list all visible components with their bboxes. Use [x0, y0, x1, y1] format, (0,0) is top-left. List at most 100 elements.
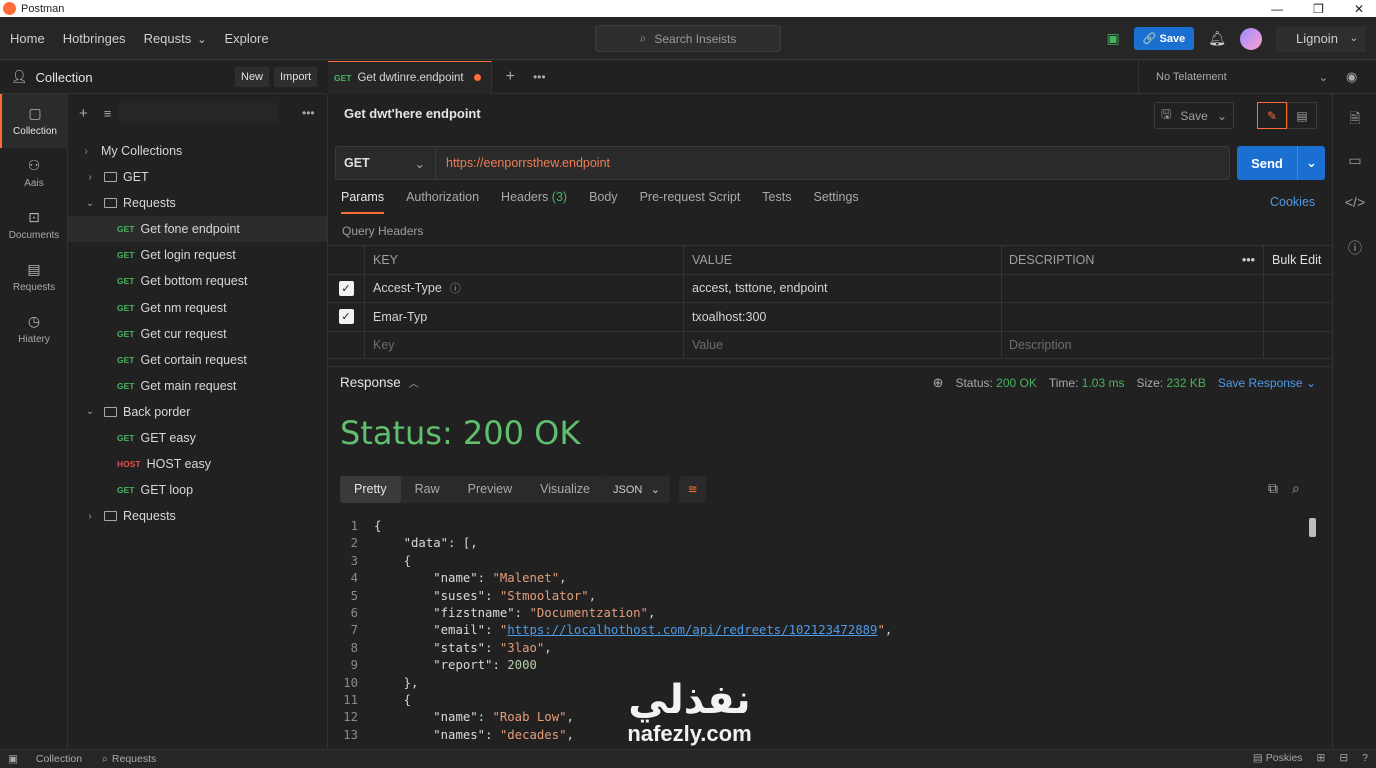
tree-request-item[interactable]: GET Get bottom request — [68, 268, 327, 294]
search-input[interactable]: ⌕ Search Inseists — [595, 25, 781, 52]
sync-icon[interactable]: ▣ — [1107, 30, 1120, 47]
new-button[interactable]: New — [235, 67, 270, 87]
tree-folder[interactable]: ⌄ Requests — [68, 190, 327, 216]
tab-pretty[interactable]: Pretty — [340, 476, 401, 503]
tree-request-item[interactable]: GET Get cur request — [68, 321, 327, 347]
key-placeholder-input[interactable]: Key — [365, 330, 684, 359]
close-icon[interactable]: ✕ — [1354, 2, 1364, 16]
rail-documents[interactable]: ⊡ Documents — [0, 209, 68, 241]
description-placeholder-input[interactable]: Description — [1002, 330, 1264, 359]
more-icon[interactable]: ••• — [302, 106, 315, 120]
sidebar-search-input[interactable] — [119, 103, 280, 123]
tree-item-label: GET — [123, 170, 149, 184]
tree-folder[interactable]: › Requests — [68, 503, 327, 529]
help-icon[interactable]: ? — [1362, 752, 1368, 764]
tree-request-item[interactable]: GET Get nm request — [68, 295, 327, 321]
response-body[interactable]: 1{2 "data": [, 3 {4 "name": "Malenet", 5 "… — [340, 519, 1310, 748]
document-icon[interactable]: 🗎︎ — [1333, 108, 1376, 132]
grid-icon[interactable]: ⊞ — [1317, 752, 1326, 764]
statusbar-requests[interactable]: Requests — [112, 753, 156, 765]
code-link[interactable]: https://localhothost.com/api/redreets/10… — [507, 623, 877, 640]
row-key[interactable]: Emar-Typ — [365, 302, 684, 331]
table-icon[interactable]: ⊟ — [1339, 752, 1348, 764]
tab-more-icon[interactable]: ••• — [533, 70, 546, 84]
tree-request-item[interactable]: GET Get main request — [68, 373, 327, 399]
tree-request-item[interactable]: GET GET easy — [68, 425, 327, 451]
add-icon[interactable]: + — [79, 105, 88, 122]
tab-preview[interactable]: Preview — [454, 476, 526, 503]
language-select[interactable]: JSON ⌄ — [604, 476, 670, 503]
method-select[interactable]: GET ⌄ — [336, 147, 436, 179]
tree-folder[interactable]: ⌄ Back porder — [68, 399, 327, 425]
save-response-button[interactable]: Save Response ⌄ — [1218, 376, 1316, 390]
response-title[interactable]: Response — [340, 375, 401, 390]
tab-authorization[interactable]: Authorization — [406, 190, 479, 214]
chevron-down-icon[interactable]: ⌄ — [1297, 146, 1325, 180]
row-value[interactable]: txoalhost:300 — [684, 302, 1002, 331]
maximize-icon[interactable]: ❐ — [1313, 2, 1324, 16]
comment-icon[interactable]: ▤ — [1287, 102, 1317, 129]
tree-root[interactable]: › My Collections — [68, 138, 327, 164]
environment-select[interactable]: No Telatement ⌄ — [1138, 61, 1338, 93]
chevron-up-icon[interactable]: ︿ — [409, 375, 419, 390]
tab-visualize[interactable]: Visualize — [526, 476, 604, 503]
tree-request-item[interactable]: GET Get login request — [68, 242, 327, 268]
statusbar-collection[interactable]: Collection — [36, 753, 82, 765]
nav-explore[interactable]: Explore — [224, 31, 268, 46]
rail-requests[interactable]: ▤ Requests — [0, 261, 68, 293]
tree-request-item[interactable]: GET GET loop — [68, 477, 327, 503]
info-icon[interactable]: ⓘ — [1333, 238, 1376, 258]
tab-headers[interactable]: Headers (3) — [501, 190, 567, 214]
request-tab[interactable]: GET Get dwtinre.endpoint — [328, 60, 492, 94]
tab-tests[interactable]: Tests — [762, 190, 791, 214]
row-value[interactable]: accest, tsttone, endpoint — [684, 274, 1002, 303]
avatar[interactable] — [1240, 27, 1262, 50]
nav-home[interactable]: Home — [10, 31, 45, 46]
statusbar-poskies[interactable]: ▤ Poskies — [1253, 752, 1303, 764]
rail-collection[interactable]: ▢ Collection — [0, 94, 68, 148]
tab-prerequest[interactable]: Pre-request Script — [640, 190, 741, 214]
row-description[interactable] — [1002, 302, 1264, 331]
bulk-edit-button[interactable]: Bulk Edit — [1264, 246, 1332, 274]
rail-history[interactable]: ◷ Hiatery — [0, 313, 68, 345]
tab-settings[interactable]: Settings — [813, 190, 858, 214]
code-token: "3lao" — [499, 640, 545, 655]
checkbox-checked[interactable]: ✓ — [338, 280, 354, 296]
info-icon[interactable]: ⓘ — [450, 280, 461, 296]
send-button[interactable]: Send ⌄ — [1237, 146, 1325, 180]
search-icon[interactable]: ⌕ — [1292, 480, 1300, 497]
tab-params[interactable]: Params — [341, 190, 385, 214]
filter-icon[interactable]: ≡ — [104, 106, 112, 121]
edit-icon[interactable]: ✎ — [1257, 102, 1287, 129]
cookies-link[interactable]: Cookies — [1270, 195, 1315, 209]
request-save-button[interactable]: 🖫︎ Save ⌄ — [1154, 102, 1234, 129]
bell-icon[interactable]: 🔔︎ — [1208, 30, 1226, 47]
more-icon[interactable]: ••• — [1242, 253, 1255, 267]
value-placeholder-input[interactable]: Value — [684, 330, 1002, 359]
eye-icon[interactable]: ◉ — [1346, 69, 1357, 85]
copy-icon[interactable]: ⧉ — [1268, 480, 1278, 497]
tree-request-item[interactable]: GET Get cortain request — [68, 347, 327, 373]
tree-folder[interactable]: › GET — [68, 164, 327, 190]
code-icon[interactable]: </> — [1333, 194, 1376, 210]
new-tab-icon[interactable]: + — [506, 68, 515, 86]
checkbox-checked[interactable]: ✓ — [338, 309, 354, 325]
row-description[interactable] — [1002, 274, 1264, 303]
layout-icon[interactable]: ▣ — [8, 753, 18, 765]
header-save-button[interactable]: 🔗 Save — [1133, 27, 1195, 50]
import-button[interactable]: Import — [274, 67, 318, 87]
tree-request-item[interactable]: GET Get fone endpoint — [68, 216, 327, 243]
tab-raw[interactable]: Raw — [401, 476, 454, 503]
tab-body[interactable]: Body — [589, 190, 618, 214]
nav-requests[interactable]: Requsts — [144, 31, 207, 46]
rail-apis[interactable]: ⚇ Aais — [0, 157, 68, 189]
nav-workspaces[interactable]: Hotbringes — [63, 31, 126, 46]
login-dropdown[interactable]: Lignoin ⌄ — [1276, 25, 1366, 52]
url-input[interactable]: https://eenporrsthew.endpoint — [446, 156, 610, 170]
tree-request-item[interactable]: HOST HOST easy — [68, 451, 327, 477]
scrollbar-thumb[interactable] — [1309, 518, 1316, 537]
wrap-lines-icon[interactable]: ≅ — [679, 476, 706, 503]
row-key[interactable]: Accest-Type ⓘ — [365, 274, 684, 303]
comments-icon[interactable]: ▭ — [1333, 152, 1376, 169]
minimize-icon[interactable]: — — [1271, 2, 1283, 16]
